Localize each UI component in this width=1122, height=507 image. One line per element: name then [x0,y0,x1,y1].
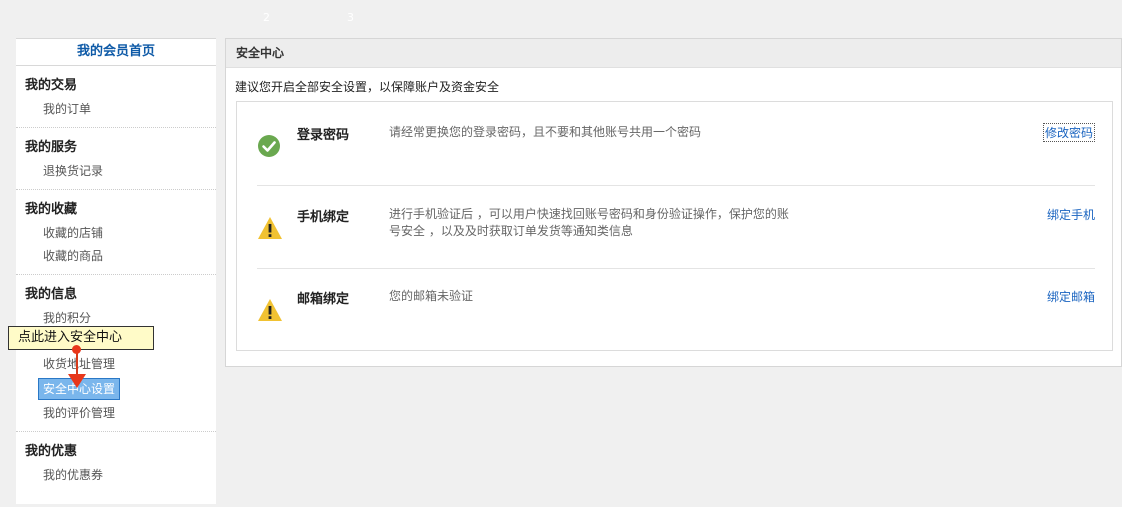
bind-email-link[interactable]: 绑定邮箱 [1047,288,1095,305]
row-label: 登录密码 [297,128,350,143]
sidebar-item-security-center[interactable]: 安全中心设置 [38,378,216,400]
top-bar-number: 3 [347,11,354,24]
sidebar-item-coupons[interactable]: 我的优惠券 [16,464,216,487]
security-row-phone: 手机绑定 进行手机验证后 ，可以用户快速找回账号密码和身份验证操作，保护您的账号… [257,206,1095,266]
change-password-link[interactable]: 修改密码 [1042,123,1095,142]
row-description: 请经常更换您的登录密码，且不要和其他账号共用一个密码 [389,125,702,139]
row-description: 您的邮箱未验证 [389,289,474,303]
sidebar-group-title: 我的信息 [25,287,78,302]
security-row-password: 登录密码 请经常更换您的登录密码，且不要和其他账号共用一个密码 修改密码 [257,122,1095,182]
sidebar-group-title: 我的优惠 [25,444,78,459]
warning-icon [258,217,282,239]
security-settings-card: 登录密码 请经常更换您的登录密码，且不要和其他账号共用一个密码 修改密码 手机绑… [236,101,1113,351]
callout-arrow-dot [72,345,81,354]
sidebar-item-orders[interactable]: 我的订单 [16,98,216,121]
sidebar-item-address[interactable]: 收货地址管理 [16,353,216,376]
sidebar-group-trade: 我的交易 我的订单 [16,66,216,128]
panel-title: 安全中心 [226,39,1121,68]
row-label: 邮箱绑定 [297,292,350,307]
sidebar-group-service: 我的服务 退换货记录 [16,128,216,190]
sidebar-home-link[interactable]: 我的会员首页 [16,39,216,66]
top-bar-number: 2 [263,11,270,24]
row-divider [257,185,1095,186]
check-icon [258,135,280,157]
top-bar: 2 3 [0,0,1122,38]
row-label: 手机绑定 [297,210,350,225]
sidebar-item-reviews[interactable]: 我的评价管理 [16,402,216,425]
sidebar: 我的会员首页 我的交易 我的订单 我的服务 退换货记录 我的收藏 收藏的店铺 收… [16,38,216,504]
security-tip: 建议您开启全部安全设置，以保障账户及资金安全 [235,80,500,94]
sidebar-item-fav-shops[interactable]: 收藏的店铺 [16,222,216,245]
sidebar-item-returns[interactable]: 退换货记录 [16,160,216,183]
arrow-down-icon [68,374,86,388]
row-description: 进行手机验证后 ，可以用户快速找回账号密码和身份验证操作，保护您的账号安全 ，以… [389,207,789,238]
security-center-panel: 安全中心 建议您开启全部安全设置，以保障账户及资金安全 登录密码 请经常更换您的… [225,38,1122,367]
sidebar-item-fav-products[interactable]: 收藏的商品 [16,245,216,268]
warning-icon [258,299,282,321]
tutorial-callout: 点此进入安全中心 [8,326,154,350]
security-row-email: 邮箱绑定 您的邮箱未验证 绑定邮箱 [257,288,1095,338]
bind-phone-link[interactable]: 绑定手机 [1047,206,1095,223]
sidebar-group-title: 我的交易 [25,78,78,93]
sidebar-group-favorites: 我的收藏 收藏的店铺 收藏的商品 [16,190,216,275]
row-divider [257,268,1095,269]
sidebar-group-coupons: 我的优惠 我的优惠券 [16,432,216,493]
sidebar-group-info: 我的信息 我的积分 用户名相关设置 收货地址管理 安全中心设置 我的评价管理 [16,275,216,432]
sidebar-group-title: 我的收藏 [25,202,78,217]
sidebar-group-title: 我的服务 [25,140,78,155]
